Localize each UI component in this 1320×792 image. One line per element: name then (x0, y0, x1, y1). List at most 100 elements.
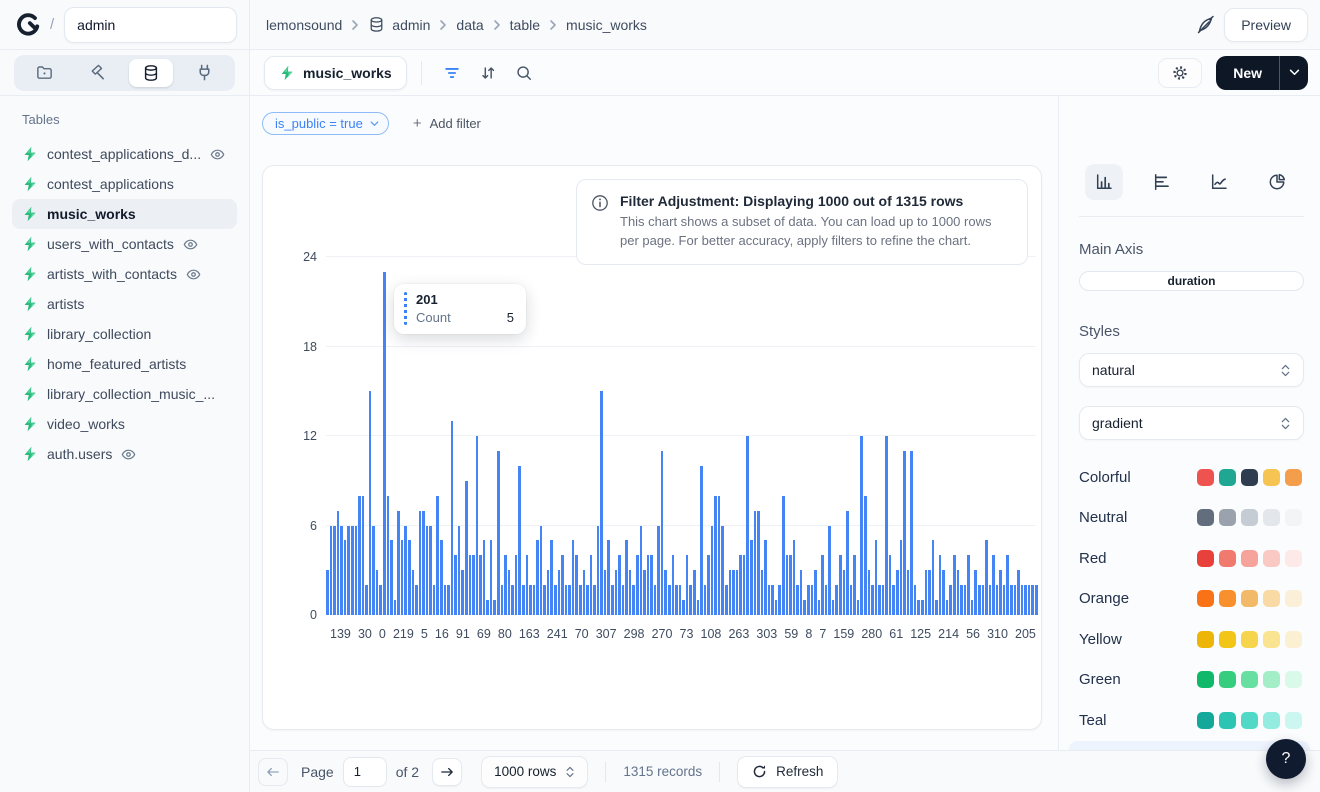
bar[interactable] (714, 496, 717, 615)
bar[interactable] (572, 540, 575, 615)
bar[interactable] (422, 511, 425, 615)
bar[interactable] (729, 570, 732, 615)
bar[interactable] (440, 540, 443, 615)
bar[interactable] (754, 511, 757, 615)
palette-swatch[interactable] (1241, 590, 1258, 607)
bar[interactable] (996, 585, 999, 615)
palette-swatch[interactable] (1241, 671, 1258, 688)
bar[interactable] (586, 585, 589, 615)
bar[interactable] (700, 466, 703, 615)
bar[interactable] (497, 451, 500, 615)
bar[interactable] (351, 526, 354, 616)
bar[interactable] (447, 585, 450, 615)
bar[interactable] (615, 570, 618, 615)
bar[interactable] (992, 555, 995, 615)
bar[interactable] (846, 511, 849, 615)
palette-option[interactable]: Green (1069, 660, 1310, 701)
bar[interactable] (939, 555, 942, 615)
bar[interactable] (1017, 570, 1020, 615)
bar[interactable] (1021, 585, 1024, 615)
bar[interactable] (583, 570, 586, 615)
help-button[interactable]: ? (1266, 739, 1306, 779)
bar[interactable] (607, 540, 610, 615)
bar[interactable] (896, 570, 899, 615)
bar[interactable] (828, 526, 831, 616)
bar[interactable] (811, 585, 814, 615)
new-button[interactable]: New (1216, 56, 1279, 90)
bar[interactable] (800, 570, 803, 615)
bar[interactable] (330, 526, 333, 616)
bar[interactable] (554, 585, 557, 615)
palette-swatch[interactable] (1263, 590, 1280, 607)
bar[interactable] (821, 555, 824, 615)
sort-button[interactable] (470, 58, 506, 88)
palette-option[interactable]: Orange (1069, 579, 1310, 620)
bar[interactable] (376, 570, 379, 615)
bar[interactable] (835, 585, 838, 615)
bar[interactable] (536, 540, 539, 615)
settings-button[interactable] (1158, 58, 1202, 88)
bar[interactable] (533, 585, 536, 615)
chart-type-bar[interactable] (1085, 164, 1123, 200)
palette-swatch[interactable] (1219, 671, 1236, 688)
bar[interactable] (839, 555, 842, 615)
sidebar-table-item[interactable]: contest_applications_d... (12, 139, 237, 169)
bar[interactable] (850, 585, 853, 615)
bar[interactable] (458, 526, 461, 616)
bar[interactable] (928, 570, 931, 615)
palette-swatch[interactable] (1263, 469, 1280, 486)
breadcrumb-data[interactable]: data (456, 17, 483, 33)
bar[interactable] (593, 585, 596, 615)
bar[interactable] (882, 585, 885, 615)
bar[interactable] (419, 511, 422, 615)
bar[interactable] (511, 585, 514, 615)
palette-swatch[interactable] (1285, 671, 1302, 688)
preview-button[interactable]: Preview (1224, 8, 1308, 42)
bar[interactable] (860, 436, 863, 615)
app-logo-icon[interactable] (16, 13, 40, 37)
bar[interactable] (436, 496, 439, 615)
palette-swatch[interactable] (1241, 509, 1258, 526)
bar[interactable] (501, 585, 504, 615)
bar[interactable] (964, 585, 967, 615)
bar[interactable] (818, 600, 821, 615)
bar[interactable] (379, 585, 382, 615)
bar[interactable] (675, 585, 678, 615)
bar[interactable] (942, 570, 945, 615)
bar[interactable] (1031, 585, 1034, 615)
refresh-button[interactable]: Refresh (737, 756, 838, 788)
style-select-curve[interactable]: natural (1079, 353, 1304, 387)
bar[interactable] (647, 555, 650, 615)
bar[interactable] (878, 585, 881, 615)
bar[interactable] (903, 451, 906, 615)
bar[interactable] (543, 585, 546, 615)
palette-swatch[interactable] (1263, 671, 1280, 688)
bar[interactable] (732, 570, 735, 615)
bar[interactable] (921, 600, 924, 615)
bar[interactable] (433, 585, 436, 615)
bar[interactable] (778, 585, 781, 615)
bar[interactable] (814, 570, 817, 615)
bar[interactable] (718, 496, 721, 615)
bar[interactable] (390, 540, 393, 615)
new-dropdown-button[interactable] (1280, 56, 1308, 90)
bar[interactable] (889, 555, 892, 615)
bar[interactable] (907, 570, 910, 615)
bar[interactable] (664, 570, 667, 615)
next-page-button[interactable] (432, 758, 462, 786)
palette-swatch[interactable] (1197, 469, 1214, 486)
bar[interactable] (711, 526, 714, 616)
bar[interactable] (672, 555, 675, 615)
bar[interactable] (340, 526, 343, 616)
palette-swatch[interactable] (1197, 550, 1214, 567)
palette-swatch[interactable] (1285, 590, 1302, 607)
bar[interactable] (1035, 585, 1038, 615)
bar[interactable] (515, 555, 518, 615)
palette-option[interactable]: Teal (1069, 700, 1310, 741)
bar[interactable] (892, 585, 895, 615)
bar[interactable] (1006, 555, 1009, 615)
bar[interactable] (782, 496, 785, 615)
sidebar-table-item[interactable]: music_works (12, 199, 237, 229)
bar[interactable] (550, 540, 553, 615)
palette-swatch[interactable] (1241, 550, 1258, 567)
